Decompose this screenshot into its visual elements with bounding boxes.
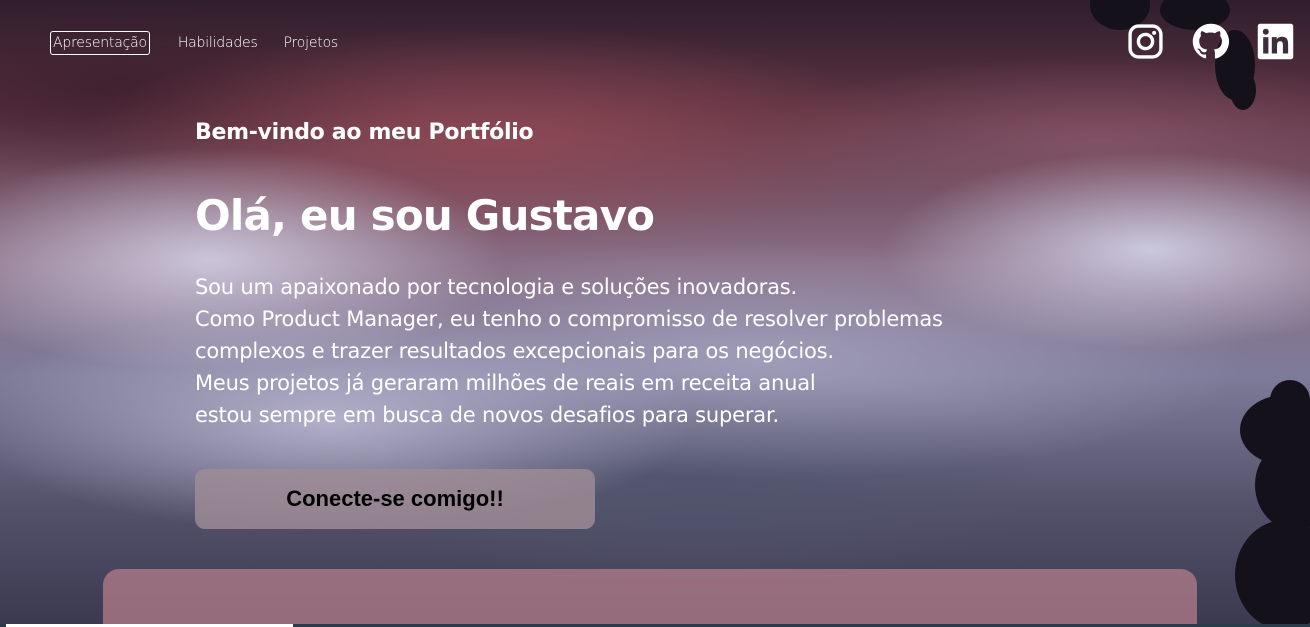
nav-link-apresentacao[interactable]: Apresentação [50, 31, 150, 55]
nav-link-habilidades[interactable]: Habilidades [176, 31, 260, 55]
social-links [1127, 23, 1294, 60]
linkedin-icon[interactable] [1257, 23, 1294, 60]
description-line: complexos e trazer resultados excepciona… [195, 339, 834, 363]
github-icon[interactable] [1192, 23, 1229, 60]
nav-link-projetos[interactable]: Projetos [282, 31, 340, 55]
description-line: Sou um apaixonado por tecnologia e soluç… [195, 275, 797, 299]
instagram-icon[interactable] [1127, 23, 1164, 60]
hero-description: Sou um apaixonado por tecnologia e soluç… [195, 271, 995, 431]
page-title: Olá, eu sou Gustavo [195, 191, 655, 240]
hero-section: Bem-vindo ao meu Portfólio Olá, eu sou G… [195, 120, 995, 431]
main-nav: Apresentação Habilidades Projetos [50, 31, 362, 55]
description-line: Como Product Manager, eu tenho o comprom… [195, 307, 943, 331]
description-line: Meus projetos já geraram milhões de reai… [195, 371, 816, 395]
description-line: estou sempre em busca de novos desafios … [195, 403, 779, 427]
skills-panel [103, 569, 1197, 627]
welcome-heading: Bem-vindo ao meu Portfólio [195, 120, 534, 145]
connect-button[interactable]: Conecte-se comigo!! [195, 469, 595, 529]
